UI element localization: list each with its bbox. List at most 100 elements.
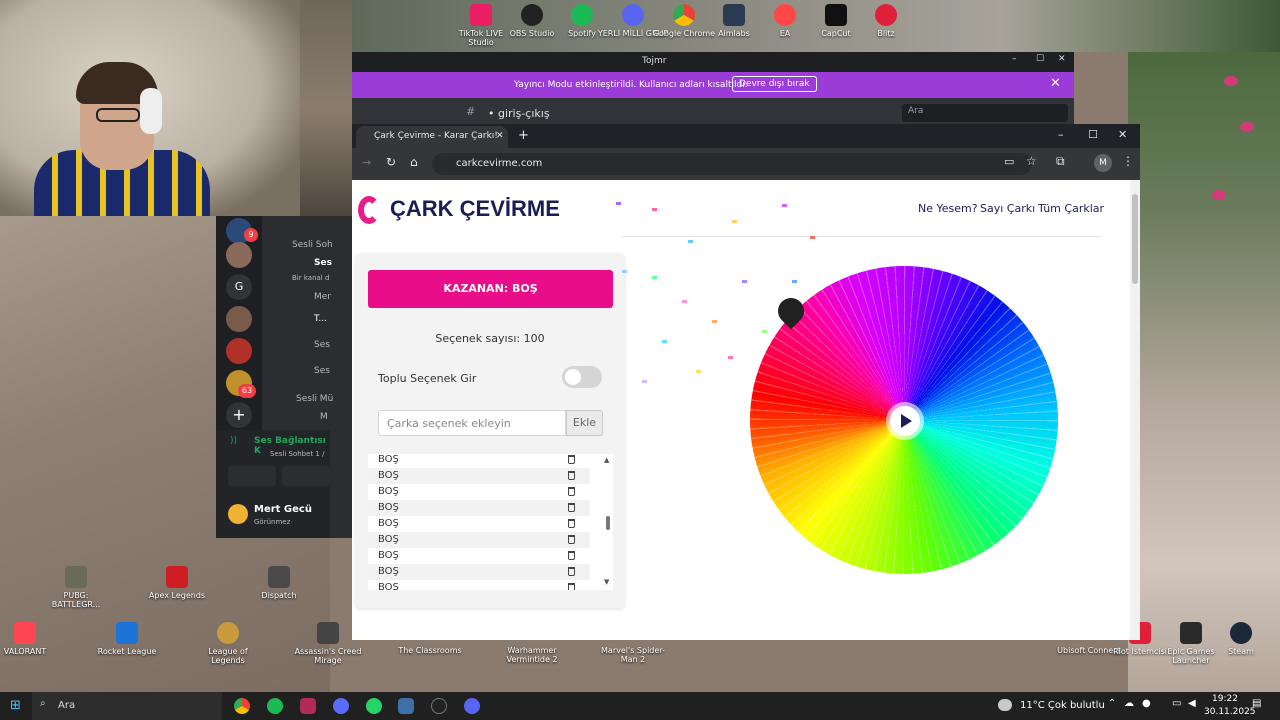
taskbar-obs-icon[interactable] — [431, 698, 447, 714]
menu-icon[interactable]: ⋮ — [1122, 154, 1134, 168]
trash-icon[interactable] — [568, 551, 575, 560]
channel-search-input[interactable]: Ara — [902, 104, 1068, 122]
spin-button[interactable] — [890, 406, 920, 436]
nav-link-tum-carklar[interactable]: Tüm Çarklar — [1038, 202, 1104, 215]
desktop-icon-spiderman[interactable]: Marvel's Spider-Man 2 — [597, 646, 669, 664]
desktop-icon-blitz[interactable]: Blitz — [850, 4, 922, 38]
desktop-icon-valorant[interactable]: VALORANT — [0, 622, 61, 656]
tray-cloud-icon[interactable]: ☁ — [1124, 698, 1134, 709]
guild-server-5[interactable]: 63 — [226, 370, 256, 398]
desktop-icon-league-of-legends[interactable]: League of Legends — [192, 622, 264, 665]
guild-server-1[interactable]: 9 — [226, 218, 258, 244]
voice-channel-5[interactable]: M — [320, 412, 328, 422]
guild-server-g[interactable]: G — [226, 274, 252, 300]
confetti-piece — [662, 340, 667, 343]
desktop-icon-steam[interactable]: Steam — [1205, 622, 1277, 656]
taskbar-app-icon[interactable] — [333, 698, 349, 714]
maximize-icon[interactable]: ☐ — [1036, 54, 1044, 64]
clock-time[interactable]: 19:22 — [1212, 694, 1238, 704]
trash-icon[interactable] — [568, 567, 575, 576]
trash-icon[interactable] — [568, 471, 575, 480]
scroll-up-icon[interactable]: ▲ — [604, 456, 609, 464]
home-icon[interactable]: ⌂ — [410, 155, 418, 169]
back-icon[interactable]: → — [362, 156, 371, 169]
maximize-icon[interactable]: ☐ — [1088, 128, 1098, 141]
taskbar-search[interactable]: ⌕ Ara — [32, 692, 222, 720]
banner-close-icon[interactable]: ✕ — [1050, 76, 1061, 91]
taskbar-spotify-icon[interactable] — [267, 698, 283, 714]
user-avatar[interactable] — [228, 504, 248, 524]
voice-channel-4[interactable]: Sesli Mü — [296, 394, 333, 404]
scroll-down-icon[interactable]: ▼ — [604, 578, 609, 586]
tray-volume-icon[interactable]: ◀ — [1188, 698, 1196, 709]
winner-banner: KAZANAN: BOŞ — [368, 270, 613, 308]
tab-close-icon[interactable]: ✕ — [496, 131, 504, 141]
trash-icon[interactable] — [568, 519, 575, 528]
desktop-icon-rocket-league[interactable]: Rocket League — [91, 622, 163, 656]
bulk-entry-toggle[interactable] — [562, 366, 602, 388]
list-item: BOŞ — [368, 516, 590, 532]
voice-channel-2[interactable]: Ses — [314, 340, 330, 350]
bookmark-star-icon[interactable]: ☆ — [1026, 154, 1037, 168]
taskbar-exo-icon[interactable] — [300, 698, 316, 714]
confetti-piece — [652, 208, 657, 211]
taskbar-whatsapp-icon[interactable] — [366, 698, 382, 714]
video-off-button[interactable] — [228, 466, 276, 486]
trash-icon[interactable] — [568, 455, 575, 464]
nav-link-ne-yesem[interactable]: Ne Yesem? — [918, 202, 978, 215]
desktop-icon-the-classrooms[interactable]: The Classrooms — [394, 646, 466, 655]
desktop-icon-vermintide[interactable]: Warhammer Vermintide 2 — [496, 646, 568, 664]
guild-server-4[interactable] — [226, 338, 252, 364]
guild-server-3[interactable] — [226, 306, 252, 332]
disable-streamer-mode-button[interactable]: Devre dışı bırak — [732, 76, 817, 92]
desktop-icon-pubg[interactable]: PUBG: BATTLEGR... — [40, 566, 112, 609]
install-icon[interactable]: ▭ — [1004, 155, 1014, 168]
guild-server-2[interactable] — [226, 242, 252, 268]
notification-icon[interactable]: ▤ — [1252, 698, 1261, 709]
trash-icon[interactable] — [568, 535, 575, 544]
close-icon[interactable]: ✕ — [1118, 128, 1127, 141]
address-bar[interactable]: carkcevirme.com — [432, 153, 1032, 175]
site-logo[interactable]: ÇARK ÇEVİRME — [358, 196, 560, 225]
minimize-icon[interactable]: – — [1012, 54, 1017, 64]
desktop-icon-apex[interactable]: Apex Legends — [141, 566, 213, 600]
add-option-button[interactable]: Ekle — [566, 410, 603, 436]
extensions-icon[interactable]: ⧉ — [1056, 154, 1065, 169]
tray-network-icon[interactable]: ▭ — [1172, 698, 1181, 709]
voice-channel-1[interactable]: Sesli Soh — [292, 240, 333, 250]
guild-list: 9 G 63 + — [216, 216, 262, 430]
profile-avatar[interactable]: M — [1094, 154, 1112, 172]
tab-cark-cevirme[interactable]: Çark Çevirme - Karar Çarkı! ✕ — [356, 126, 508, 148]
logo-text: ÇARK ÇEVİRME — [390, 196, 560, 221]
add-server-icon[interactable]: + — [226, 402, 252, 428]
taskbar-discord-icon[interactable] — [464, 698, 480, 714]
webcam-overlay — [0, 0, 352, 216]
weather-text[interactable]: 11°C Çok bulutlu — [1020, 700, 1105, 711]
new-tab-button[interactable]: + — [518, 128, 529, 143]
option-input[interactable] — [378, 410, 566, 436]
epic-games-icon — [1180, 622, 1202, 644]
nav-link-sayi-carki[interactable]: Sayı Çarkı — [980, 202, 1035, 215]
tray-mic-icon[interactable]: ● — [1142, 698, 1151, 709]
voice-channel-3[interactable]: Ses — [314, 366, 330, 376]
trash-icon[interactable] — [568, 487, 575, 496]
clock-date[interactable]: 30.11.2025 — [1204, 707, 1256, 717]
voice-member-1[interactable]: Mer — [314, 292, 331, 302]
taskbar-chrome-icon[interactable] — [234, 698, 250, 714]
screen-share-button[interactable] — [282, 466, 330, 486]
page-scroll-thumb[interactable] — [1132, 194, 1138, 284]
voice-member-2[interactable]: T... — [314, 314, 327, 324]
close-icon[interactable]: ✕ — [1058, 54, 1066, 64]
reload-icon[interactable]: ↻ — [386, 155, 396, 169]
voice-channel-active[interactable]: Ses — [314, 258, 332, 268]
minimize-icon[interactable]: – — [1058, 128, 1064, 141]
scroll-thumb[interactable] — [606, 516, 610, 530]
trash-icon[interactable] — [568, 503, 575, 512]
option-list-scrollbar[interactable]: ▲ ▼ — [604, 456, 612, 588]
trash-icon[interactable] — [568, 583, 575, 590]
tray-chevron-icon[interactable]: ⌃ — [1108, 698, 1116, 709]
start-button[interactable]: ⊞ — [10, 698, 21, 713]
desktop-icon-dispatch[interactable]: Dispatch — [243, 566, 315, 600]
taskbar-app-icon[interactable] — [398, 698, 414, 714]
search-icon: ⌕ — [40, 698, 46, 709]
